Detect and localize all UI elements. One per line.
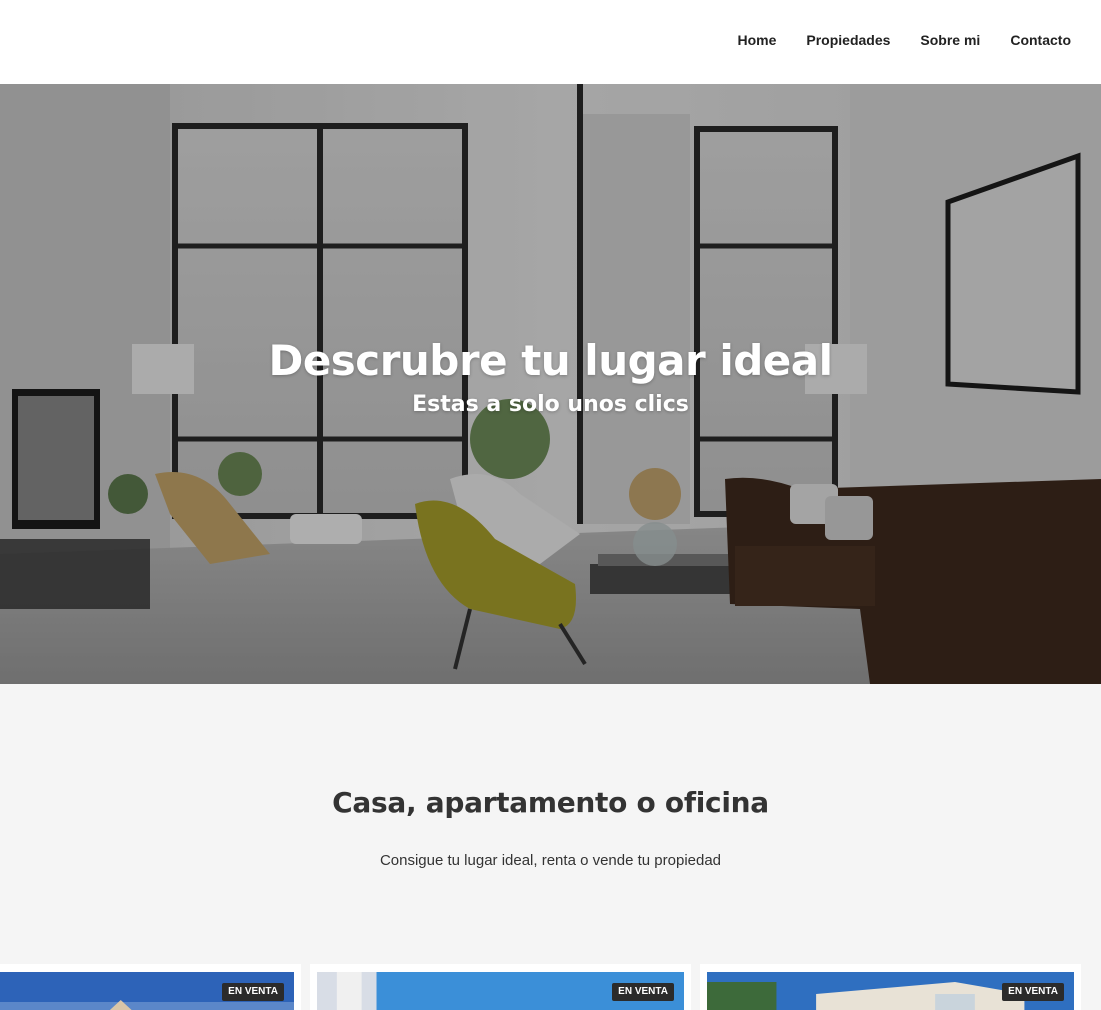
nav-contacto-link[interactable]: Contacto	[1010, 31, 1071, 49]
hero-banner: Descrubre tu lugar ideal Estas a solo un…	[0, 84, 1101, 684]
site-header: Home Propiedades Sobre mi Contacto	[0, 0, 1101, 84]
listing-card[interactable]: EN VENTA	[0, 964, 301, 1010]
nav-sobre-mi-link[interactable]: Sobre mi	[920, 31, 980, 49]
section-description: Consigue tu lugar ideal, renta o vende t…	[379, 852, 722, 869]
listing-card[interactable]: EN VENTA	[700, 964, 1081, 1010]
status-badge: EN VENTA	[612, 983, 674, 1001]
main-nav: Home Propiedades Sobre mi Contacto	[737, 31, 1071, 49]
status-badge: EN VENTA	[1002, 983, 1064, 1001]
page: Home Propiedades Sobre mi Contacto Descr…	[0, 0, 1101, 1010]
hero-subtitle: Estas a solo unos clics	[412, 392, 689, 417]
nav-home-link[interactable]: Home	[737, 31, 776, 49]
listing-card[interactable]: EN VENTA	[310, 964, 691, 1010]
hero-title: Descrubre tu lugar ideal	[268, 336, 833, 385]
status-badge: EN VENTA	[222, 983, 284, 1001]
section-title: Casa, apartamento o oficina	[332, 786, 769, 819]
nav-propiedades-link[interactable]: Propiedades	[806, 31, 890, 49]
